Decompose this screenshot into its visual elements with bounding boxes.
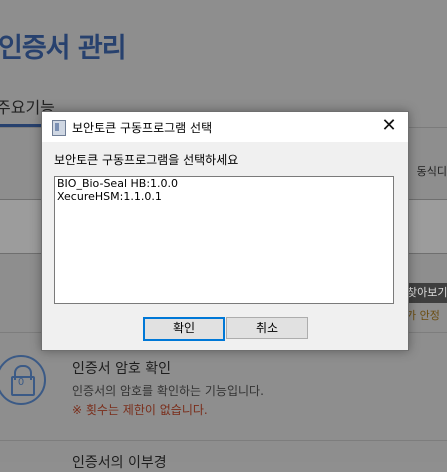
right-note-text: 동식디 xyxy=(416,165,447,178)
close-icon[interactable]: ✕ xyxy=(378,115,400,137)
app-icon xyxy=(52,120,66,136)
list-item[interactable]: XecureHSM:1.1.0.1 xyxy=(55,190,393,203)
token-driver-dialog: 보안토큰 구동프로그램 선택 ✕ 보안토큰 구동프로그램을 선택하세요 BIO_… xyxy=(41,111,409,351)
cancel-button[interactable]: 취소 xyxy=(226,317,308,339)
driver-listbox[interactable]: BIO_Bio-Seal HB:1.0.0 XecureHSM:1.1.0.1 xyxy=(54,176,394,304)
feature-title[interactable]: 인증서 암호 확인 xyxy=(72,358,171,378)
browse-button[interactable]: 찾아보기 xyxy=(404,283,447,303)
lock-icon-text: 0 xyxy=(17,377,25,388)
section-divider xyxy=(0,440,447,441)
side-note-text: 가 안정 xyxy=(406,309,440,322)
next-feature-title[interactable]: 인증서의 이부경 xyxy=(72,452,167,472)
dialog-prompt: 보안토큰 구동프로그램을 선택하세요 xyxy=(54,153,239,167)
list-item[interactable]: BIO_Bio-Seal HB:1.0.0 xyxy=(55,177,393,190)
dialog-titlebar[interactable]: 보안토큰 구동프로그램 선택 ✕ xyxy=(42,112,408,142)
ok-button[interactable]: 확인 xyxy=(143,317,225,341)
feature-description: 인증서의 암호를 확인하는 기능입니다. xyxy=(72,384,264,398)
feature-note: ※ 횟수는 제한이 없습니다. xyxy=(72,403,208,417)
page-title: 인증서 관리 xyxy=(0,33,127,64)
dialog-title: 보안토큰 구동프로그램 선택 xyxy=(72,121,213,135)
